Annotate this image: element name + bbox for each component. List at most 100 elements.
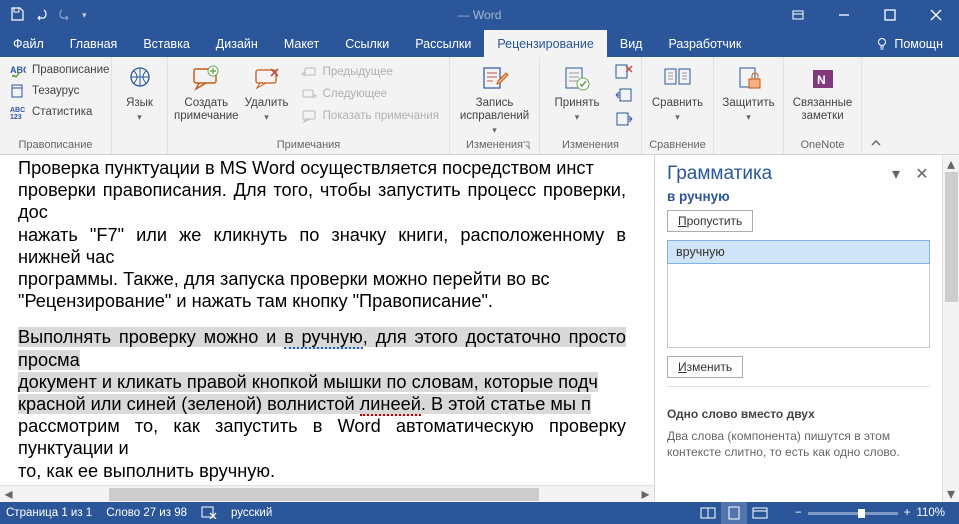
compare-button[interactable]: Сравнить ▾ — [648, 61, 707, 123]
grammar-pane: Грамматика ▾ ✕ в ручную Пропустить вручн… — [655, 155, 942, 502]
horizontal-scrollbar[interactable]: ◂ ▸ — [0, 485, 654, 502]
pane-title: Грамматика — [667, 163, 880, 185]
group-changes-label: Изменения — [562, 139, 619, 151]
minimize-icon[interactable] — [821, 0, 867, 30]
pane-options-icon[interactable]: ▾ — [886, 164, 906, 184]
language-button[interactable]: Язык ▾ — [118, 61, 161, 123]
track-changes-button[interactable]: Запись исправлений ▾ — [456, 61, 533, 136]
show-comments-icon — [301, 108, 317, 124]
proofing-status-icon[interactable] — [201, 505, 217, 522]
svg-text:ABC: ABC — [10, 107, 25, 114]
dropdown-icon: ▾ — [264, 112, 269, 122]
next-comment-button[interactable]: Следующее — [297, 85, 443, 103]
pane-close-icon[interactable]: ✕ — [912, 164, 932, 184]
maximize-icon[interactable] — [867, 0, 913, 30]
spelling-error[interactable]: линеей — [360, 394, 421, 416]
collapse-ribbon-icon[interactable] — [862, 57, 890, 154]
scroll-right-icon[interactable]: ▸ — [637, 486, 654, 503]
status-words[interactable]: Слово 27 из 98 — [106, 507, 187, 519]
grammar-error[interactable]: в ручную — [284, 327, 363, 349]
thesaurus-icon — [10, 83, 26, 99]
linked-notes-button[interactable]: N Связанные заметки — [790, 61, 855, 123]
tab-layout[interactable]: Макет — [271, 30, 332, 57]
redo-icon[interactable] — [58, 7, 72, 24]
protect-icon — [733, 63, 765, 95]
group-tracking-label: Изменения — [466, 139, 523, 151]
qat-more-icon[interactable]: ▾ — [82, 10, 87, 21]
status-page[interactable]: Страница 1 из 1 — [6, 507, 92, 519]
onenote-icon: N — [807, 63, 839, 95]
scroll-left-icon[interactable]: ◂ — [0, 486, 17, 503]
close-icon[interactable] — [913, 0, 959, 30]
group-compare-label: Сравнение — [649, 139, 706, 151]
tell-me[interactable]: Помощн — [859, 30, 959, 57]
prev-change-icon[interactable] — [614, 87, 634, 107]
show-comments-button[interactable]: Показать примечания — [297, 107, 443, 125]
tab-references[interactable]: Ссылки — [332, 30, 402, 57]
zoom-slider[interactable] — [808, 512, 898, 515]
svg-text:N: N — [817, 73, 826, 87]
status-language[interactable]: русский — [231, 507, 272, 519]
stats-icon: ABC123 — [10, 104, 26, 120]
tab-developer[interactable]: Разработчик — [655, 30, 754, 57]
ignore-button[interactable]: Пропустить — [667, 210, 753, 232]
word-count-button[interactable]: ABC123 Статистика — [6, 103, 105, 121]
undo-icon[interactable] — [34, 7, 48, 24]
read-mode-icon[interactable] — [695, 502, 721, 524]
save-icon[interactable] — [10, 7, 24, 24]
track-changes-icon — [479, 63, 511, 95]
dropdown-icon: ▾ — [746, 112, 751, 122]
suggestion-list[interactable]: вручную — [667, 240, 930, 348]
change-button[interactable]: Изменить — [667, 356, 743, 378]
accept-icon — [561, 63, 593, 95]
tab-home[interactable]: Главная — [57, 30, 131, 57]
new-comment-icon — [190, 63, 222, 95]
prev-comment-button[interactable]: Предыдущее — [297, 63, 443, 81]
reject-icon[interactable] — [614, 63, 634, 83]
zoom-level[interactable]: 110% — [916, 507, 945, 519]
delete-comment-icon — [251, 63, 283, 95]
dropdown-icon: ▾ — [675, 112, 680, 122]
prev-comment-icon — [301, 64, 317, 80]
dialog-launcher-icon[interactable] — [521, 141, 533, 153]
tab-review[interactable]: Рецензирование — [484, 30, 607, 57]
dropdown-icon: ▾ — [137, 112, 142, 122]
next-change-icon[interactable] — [614, 111, 634, 131]
rule-title: Одно слово вместо двух — [667, 407, 930, 421]
spelling-icon: ABC — [10, 62, 26, 78]
scroll-up-icon[interactable]: ▴ — [943, 155, 959, 172]
document-body[interactable]: Проверка пунктуации в MS Word осуществля… — [0, 155, 654, 482]
protect-button[interactable]: Защитить ▾ — [720, 61, 777, 123]
window-title: — Word — [458, 8, 502, 22]
zoom-out-icon[interactable]: − — [795, 507, 802, 519]
tab-view[interactable]: Вид — [607, 30, 656, 57]
svg-text:123: 123 — [10, 114, 22, 120]
rule-description: Два слова (компонента) пишутся в этом ко… — [667, 429, 930, 460]
group-comments-label: Примечания — [277, 139, 341, 151]
group-onenote-label: OneNote — [800, 139, 844, 151]
zoom-in-icon[interactable]: + — [904, 507, 911, 519]
ribbon-options-icon[interactable] — [775, 0, 821, 30]
compare-icon — [662, 63, 694, 95]
pane-subject: в ручную — [655, 187, 942, 210]
language-icon — [124, 63, 156, 95]
tab-mailings[interactable]: Рассылки — [402, 30, 484, 57]
new-comment-button[interactable]: Создать примечание — [174, 61, 239, 123]
delete-comment-button[interactable]: Удалить ▾ — [243, 61, 291, 123]
thesaurus-button[interactable]: Тезаурус — [6, 82, 105, 100]
vertical-scrollbar[interactable]: ▴ ▾ — [942, 155, 959, 502]
scroll-thumb[interactable] — [109, 488, 539, 501]
scroll-down-icon[interactable]: ▾ — [943, 485, 959, 502]
web-layout-icon[interactable] — [747, 502, 773, 524]
tab-file[interactable]: Файл — [0, 30, 57, 57]
tab-insert[interactable]: Вставка — [130, 30, 202, 57]
scroll-thumb[interactable] — [945, 172, 958, 302]
accept-button[interactable]: Принять ▾ — [546, 61, 608, 123]
group-proofing-label: Правописание — [18, 139, 92, 151]
print-layout-icon[interactable] — [721, 502, 747, 524]
next-comment-icon — [301, 86, 317, 102]
suggestion-item[interactable]: вручную — [667, 240, 930, 264]
dropdown-icon: ▾ — [492, 125, 497, 135]
spelling-button[interactable]: ABC Правописание — [6, 61, 105, 79]
tab-design[interactable]: Дизайн — [203, 30, 271, 57]
